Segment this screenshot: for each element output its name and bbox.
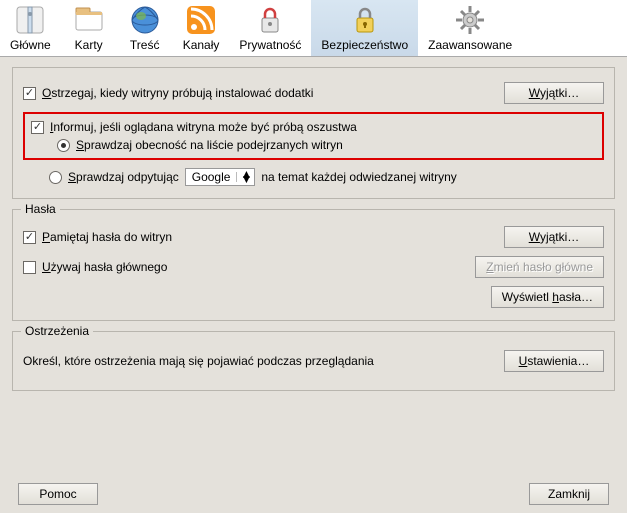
label-inform-fraud: Informuj, jeśli oglądana witryna może by… <box>50 120 357 134</box>
btn-show-passwords[interactable]: Wyświetl hasła… <box>491 286 604 308</box>
checkbox-inform-fraud[interactable] <box>31 121 44 134</box>
tab-feeds-label: Kanały <box>183 38 220 52</box>
content-icon <box>129 4 161 36</box>
label-warn-install: Ostrzegaj, kiedy witryny próbują instalo… <box>42 86 313 100</box>
label-master-password: Używaj hasła głównego <box>42 260 167 274</box>
label-radio-blocklist: Sprawdzaj obecność na liście podejrzanyc… <box>76 138 343 152</box>
legend-warnings: Ostrzeżenia <box>21 324 93 338</box>
rss-icon <box>185 4 217 36</box>
tab-privacy-label: Prywatność <box>239 38 301 52</box>
tab-main[interactable]: Główne <box>0 0 61 56</box>
security-panel: Ostrzegaj, kiedy witryny próbują instalo… <box>0 57 627 411</box>
select-provider[interactable]: Google ▲▼ <box>185 168 256 186</box>
tab-security[interactable]: Bezpieczeństwo <box>311 0 418 56</box>
btn-warnings-settings[interactable]: Ustawienia… <box>504 350 604 372</box>
group-passwords: Hasła Pamiętaj hasła do witryn Wyjątki… … <box>12 209 615 321</box>
preferences-toolbar: Główne Karty Treść Kanały Prywatność Bez… <box>0 0 627 57</box>
group-warnings: Ostrzeżenia Określ, które ostrzeżenia ma… <box>12 331 615 391</box>
label-radio-query-suffix: na temat każdej odwiedzanej witryny <box>261 170 456 184</box>
tabs-icon <box>73 4 105 36</box>
btn-exceptions-addons[interactable]: Wyjątki… <box>504 82 604 104</box>
radio-blocklist[interactable] <box>57 139 70 152</box>
security-icon <box>349 4 381 36</box>
select-arrows-icon: ▲▼ <box>236 172 252 182</box>
select-provider-value: Google <box>192 170 231 184</box>
group-general: Ostrzegaj, kiedy witryny próbują instalo… <box>12 67 615 199</box>
label-remember-passwords: Pamiętaj hasła do witryn <box>42 230 172 244</box>
btn-exceptions-passwords[interactable]: Wyjątki… <box>504 226 604 248</box>
gear-icon <box>454 4 486 36</box>
tab-privacy[interactable]: Prywatność <box>229 0 311 56</box>
legend-passwords: Hasła <box>21 202 60 216</box>
btn-close[interactable]: Zamknij <box>529 483 609 505</box>
checkbox-remember-passwords[interactable] <box>23 231 36 244</box>
tab-security-label: Bezpieczeństwo <box>321 38 408 52</box>
privacy-icon <box>254 4 286 36</box>
fraud-highlight-box: Informuj, jeśli oglądana witryna może by… <box>23 112 604 160</box>
tab-tabs-label: Karty <box>75 38 103 52</box>
label-radio-query: Sprawdzaj odpytując <box>68 170 179 184</box>
checkbox-warn-install[interactable] <box>23 87 36 100</box>
tab-content-label: Treść <box>130 38 160 52</box>
tab-advanced-label: Zaawansowane <box>428 38 512 52</box>
tab-tabs[interactable]: Karty <box>61 0 117 56</box>
main-icon <box>14 4 46 36</box>
radio-query[interactable] <box>49 171 62 184</box>
dialog-footer: Pomoc Zamknij <box>0 475 627 513</box>
tab-content[interactable]: Treść <box>117 0 173 56</box>
tab-main-label: Główne <box>10 38 51 52</box>
btn-help[interactable]: Pomoc <box>18 483 98 505</box>
btn-change-master: Zmień hasło główne <box>475 256 604 278</box>
tab-advanced[interactable]: Zaawansowane <box>418 0 522 56</box>
checkbox-master-password[interactable] <box>23 261 36 274</box>
warnings-description: Określ, które ostrzeżenia mają się pojaw… <box>23 354 374 368</box>
tab-feeds[interactable]: Kanały <box>173 0 230 56</box>
